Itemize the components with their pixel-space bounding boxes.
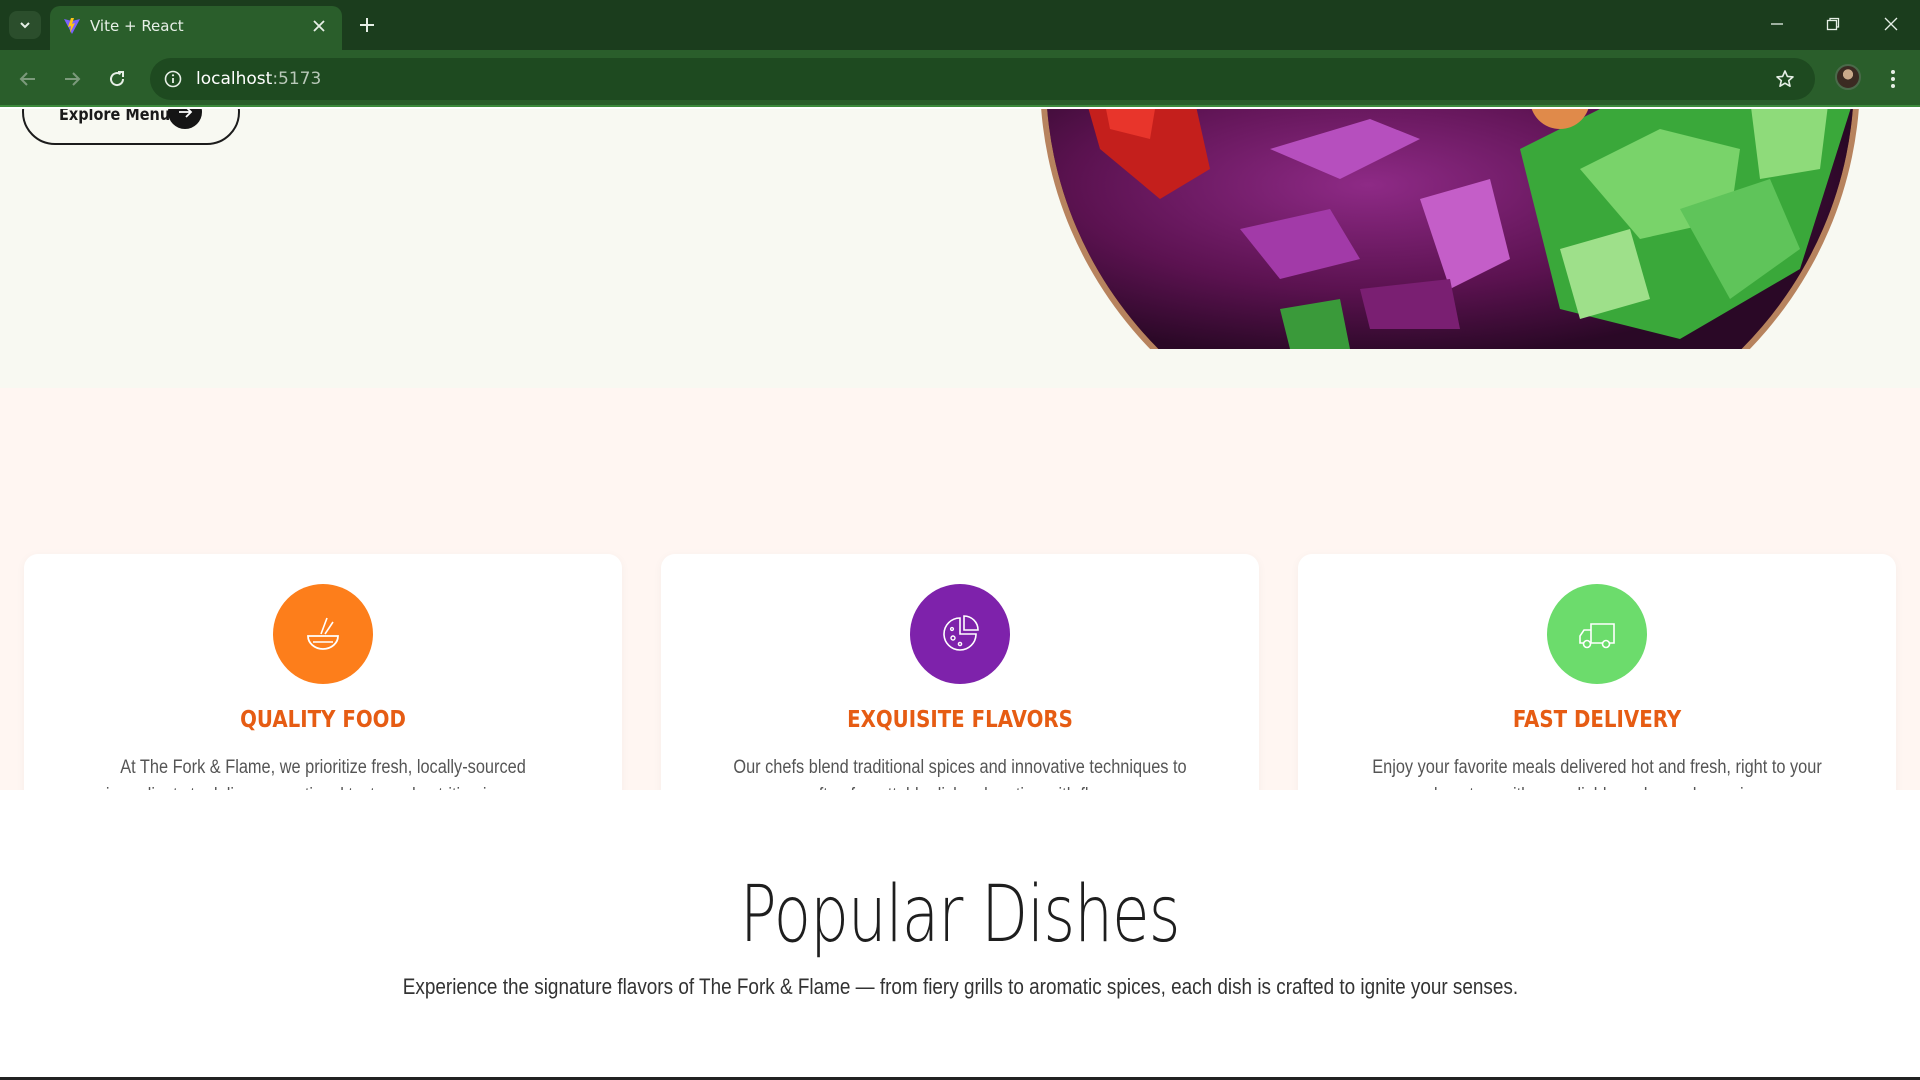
explore-menu-button[interactable]: Explore Menu <box>22 109 240 145</box>
features-section: QUALITY FOOD At The Fork & Flame, we pri… <box>0 388 1920 836</box>
tab-search-button[interactable] <box>9 11 41 39</box>
browser-menu-button[interactable] <box>1880 64 1906 94</box>
section-title: Popular Dishes <box>740 870 1180 960</box>
minimize-button[interactable] <box>1754 7 1800 41</box>
arrow-left-icon <box>19 72 35 86</box>
arrow-right-icon <box>65 72 81 86</box>
forward-button[interactable] <box>57 64 87 94</box>
reload-icon <box>110 71 125 87</box>
window-close-button[interactable] <box>1868 7 1914 41</box>
new-tab-button[interactable] <box>353 11 381 39</box>
feature-title: QUALITY FOOD <box>240 707 406 733</box>
tab-title: Vite + React <box>90 17 184 35</box>
pizza-icon <box>910 584 1010 684</box>
hero-section: Explore Menu <box>0 109 1920 388</box>
section-subtitle: Experience the signature flavors of The … <box>402 974 1518 999</box>
minimize-icon <box>1771 23 1783 25</box>
info-icon <box>164 70 182 88</box>
salad-bowl-image <box>1041 109 1859 349</box>
profile-avatar[interactable] <box>1835 64 1861 90</box>
back-button[interactable] <box>13 64 43 94</box>
close-icon <box>1884 17 1898 31</box>
browser-toolbar: localhost:5173 <box>0 50 1920 107</box>
url-host: localhost <box>196 69 273 89</box>
more-vertical-icon <box>1891 70 1895 88</box>
browser-tabstrip: Vite + React <box>0 0 1920 50</box>
plus-icon <box>360 18 374 32</box>
feature-title: FAST DELIVERY <box>1512 707 1682 733</box>
restore-button[interactable] <box>1810 7 1856 41</box>
reload-button[interactable] <box>102 64 132 94</box>
page-viewport: Explore Menu QUALITY FOOD At The Fork & … <box>0 109 1920 1080</box>
feature-title: EXQUISITE FLAVORS <box>847 707 1073 733</box>
site-info-button[interactable] <box>162 68 184 90</box>
tab-close-button[interactable] <box>308 15 330 37</box>
browser-tab[interactable]: Vite + React <box>50 6 342 50</box>
bookmark-button[interactable] <box>1773 67 1797 91</box>
address-bar[interactable]: localhost:5173 <box>150 58 1815 100</box>
close-icon <box>313 20 325 32</box>
truck-icon <box>1547 584 1647 684</box>
url-text: localhost:5173 <box>196 69 321 89</box>
url-port: :5173 <box>272 69 322 89</box>
popular-dishes-section: Popular Dishes Experience the signature … <box>0 790 1920 1080</box>
explore-menu-label: Explore Menu <box>59 109 171 125</box>
star-icon <box>1776 70 1794 87</box>
restore-icon <box>1826 17 1840 31</box>
arrow-right-icon <box>168 109 202 129</box>
vite-logo-icon <box>64 18 80 34</box>
chevron-down-icon <box>20 22 30 29</box>
bowl-icon <box>273 584 373 684</box>
